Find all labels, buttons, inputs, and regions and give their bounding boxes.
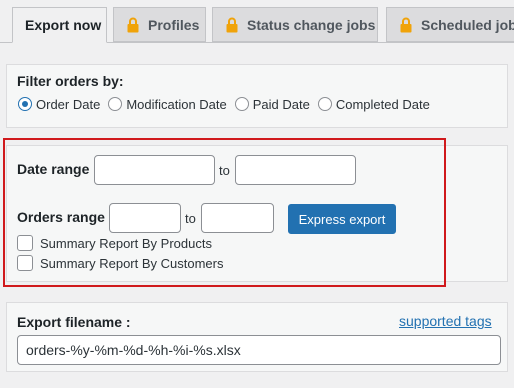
export-filename-label: Export filename : — [17, 314, 131, 330]
tab-label: Profiles — [148, 16, 200, 33]
supported-tags-link[interactable]: supported tags — [399, 313, 492, 329]
lock-icon — [226, 17, 238, 32]
filter-title: Filter orders by: — [17, 73, 124, 89]
radio-modification-date[interactable]: Modification Date — [108, 96, 227, 112]
radio-button[interactable] — [18, 97, 32, 111]
tab-profiles[interactable]: Profiles — [113, 7, 206, 42]
radio-label: Order Date — [36, 96, 101, 112]
export-filename-input[interactable]: orders-%y-%m-%d-%h-%i-%s.xlsx — [17, 335, 501, 365]
highlight-box — [3, 138, 446, 287]
tab-bar: Export now Profiles Status change jobs S… — [0, 0, 514, 43]
radio-completed-date[interactable]: Completed Date — [317, 96, 430, 112]
lock-icon — [400, 17, 412, 32]
radio-button[interactable] — [108, 97, 123, 111]
radio-order-date[interactable]: Order Date — [18, 97, 100, 112]
radio-label: Completed Date — [335, 96, 430, 112]
tab-label: Status change jobs — [247, 16, 376, 33]
filter-radio-group: Order Date Modification Date Paid Date C… — [10, 94, 438, 114]
radio-button[interactable] — [234, 97, 249, 111]
radio-button[interactable] — [317, 97, 332, 111]
tab-label: Scheduled jobs — [421, 16, 514, 33]
radio-paid-date[interactable]: Paid Date — [234, 96, 310, 112]
tab-scheduled-jobs[interactable]: Scheduled jobs — [386, 7, 514, 42]
lock-icon — [127, 17, 139, 32]
tab-status-change-jobs[interactable]: Status change jobs — [212, 7, 378, 42]
radio-label: Modification Date — [126, 96, 227, 112]
tab-label: Export now — [25, 17, 102, 33]
radio-label: Paid Date — [252, 96, 310, 112]
tab-export-now[interactable]: Export now — [12, 7, 107, 43]
